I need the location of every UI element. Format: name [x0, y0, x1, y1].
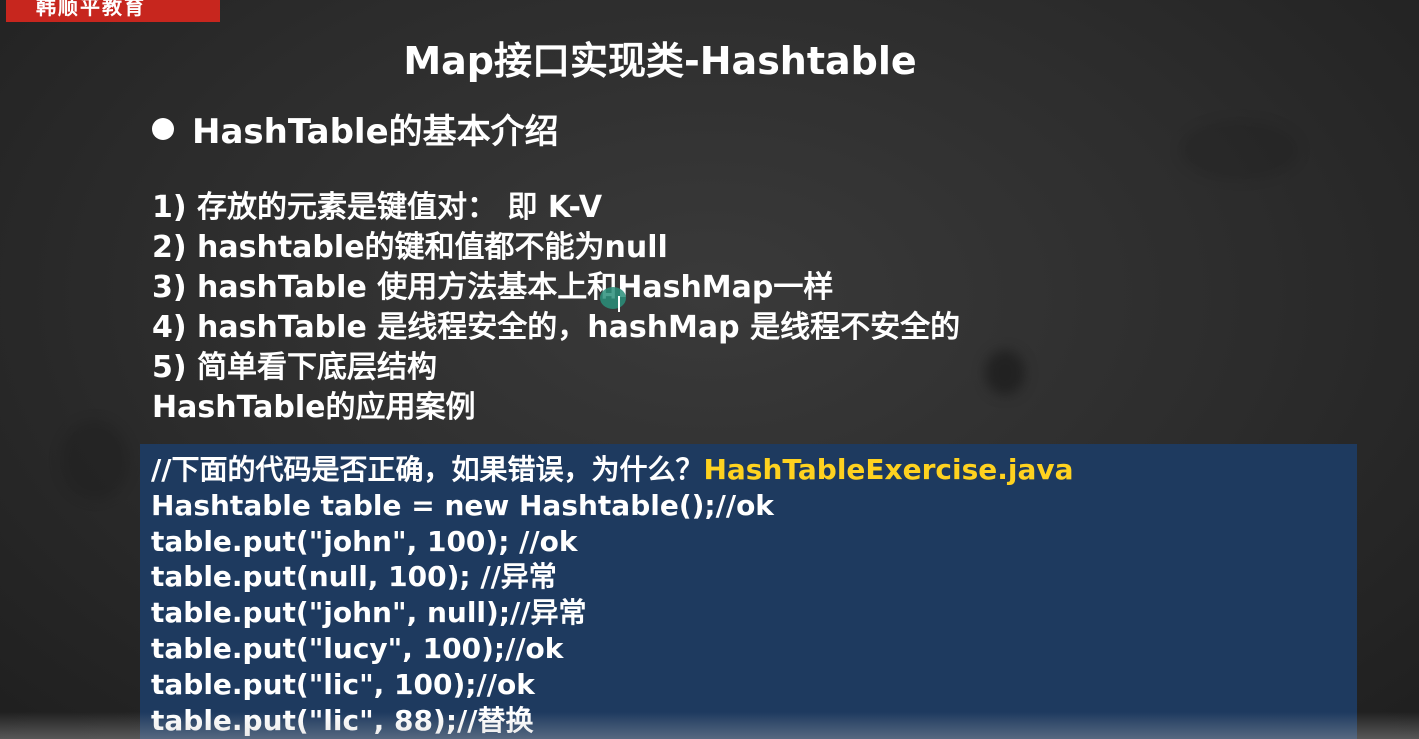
pointer-highlight-icon — [600, 287, 626, 309]
code-example-box: //下面的代码是否正确，如果错误，为什么？HashTableExercise.j… — [140, 444, 1357, 739]
chalk-smudge — [985, 350, 1025, 395]
point-item: 1) 存放的元素是键值对： 即 K-V — [152, 190, 603, 225]
chalk-smudge — [1180, 120, 1300, 180]
slide-title: Map接口实现类-Hashtable — [403, 39, 917, 83]
point-item: HashTable的应用案例 — [152, 390, 476, 425]
section-heading-text: HashTable的基本介绍 — [192, 112, 559, 152]
code-filename: HashTableExercise.java — [703, 453, 1074, 486]
code-line: Hashtable table = new Hashtable();//ok — [151, 488, 774, 522]
point-list: 1) 存放的元素是键值对： 即 K-V 2) hashtable的键和值都不能为… — [152, 188, 960, 428]
code-line: table.put("lic", 88);//替换 — [151, 703, 534, 737]
section-heading: HashTable的基本介绍 — [152, 104, 559, 153]
point-item: 2) hashtable的键和值都不能为null — [152, 230, 668, 265]
bullet-dot-icon — [152, 117, 174, 140]
code-comment-line: //下面的代码是否正确，如果错误，为什么？HashTableExercise.j… — [151, 452, 1357, 488]
point-item: 4) hashTable 是线程安全的，hashMap 是线程不安全的 — [152, 310, 961, 345]
code-line: table.put(null, 100); //异常 — [151, 560, 557, 594]
code-line: table.put("lic", 100);//ok — [151, 667, 535, 701]
brand-logo: 韩顺平教育 — [6, 0, 220, 22]
point-item: 5) 简单看下底层结构 — [152, 350, 438, 385]
chalk-smudge — [60, 420, 130, 500]
code-line: table.put("john", null);//异常 — [151, 596, 587, 630]
code-comment: //下面的代码是否正确，如果错误，为什么？ — [151, 453, 704, 486]
code-line: table.put("john", 100); //ok — [151, 524, 578, 558]
point-item: 3) hashTable 使用方法基本上和HashMap一样 — [152, 270, 834, 305]
code-line: table.put("lucy", 100);//ok — [151, 631, 564, 665]
text-cursor-icon — [618, 296, 620, 312]
